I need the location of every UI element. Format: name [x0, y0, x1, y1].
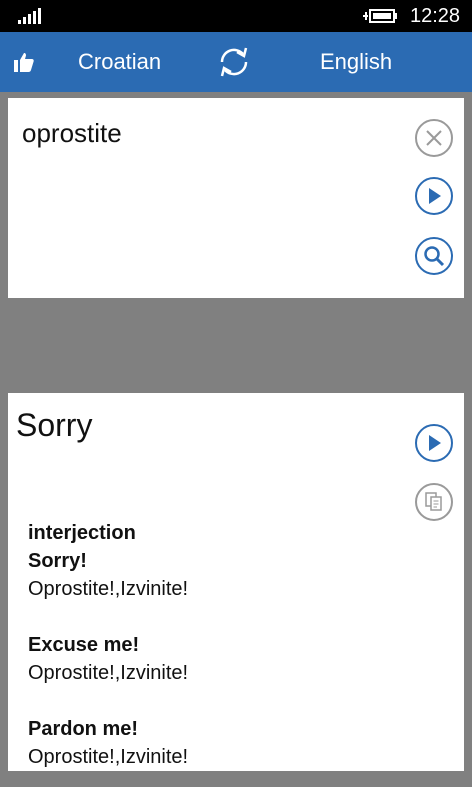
like-icon[interactable]: [12, 50, 36, 74]
search-button[interactable]: [415, 237, 453, 275]
language-bar: Croatian English: [0, 32, 472, 92]
clear-button[interactable]: [415, 119, 453, 157]
entry-translation: Oprostite!,Izvinite!: [28, 578, 189, 600]
search-icon: [424, 246, 445, 267]
part-of-speech: interjection: [28, 522, 136, 544]
entry-translation: Oprostite!,Izvinite!: [28, 746, 189, 768]
copy-button[interactable]: [415, 483, 453, 521]
dictionary-entries: interjection Sorry! Oprostite!,Izvinite!…: [28, 519, 408, 771]
list-item: Pardon me! Oprostite!,Izvinite!: [28, 715, 408, 771]
output-panel: Sorry interjection Sorry! Oprostite!,Izv…: [8, 393, 464, 771]
entry-translation: Oprostite!,Izvinite!: [28, 662, 189, 684]
play-icon: [429, 435, 441, 451]
swap-languages-icon[interactable]: [214, 42, 254, 82]
input-panel[interactable]: oprostite: [8, 98, 464, 298]
play-output-button[interactable]: [415, 424, 453, 462]
play-input-button[interactable]: [415, 177, 453, 215]
entry-headword: Pardon me!: [28, 718, 139, 740]
input-text[interactable]: oprostite: [22, 118, 122, 149]
target-language-button[interactable]: English: [320, 48, 392, 76]
status-bar: 12:28: [0, 0, 472, 32]
bottom-strip: [0, 775, 472, 787]
list-item: Excuse me! Oprostite!,Izvinite!: [28, 631, 408, 687]
list-item: Sorry! Oprostite!,Izvinite!: [28, 547, 408, 603]
copy-icon: [425, 492, 442, 511]
translation-result: Sorry: [16, 407, 93, 443]
source-language-button[interactable]: Croatian: [78, 48, 161, 76]
entry-headword: Excuse me!: [28, 634, 140, 656]
signal-icon: [18, 8, 41, 24]
battery-icon: [363, 9, 397, 23]
clear-icon: [426, 130, 442, 146]
entry-headword: Sorry!: [28, 550, 87, 572]
play-icon: [429, 188, 441, 204]
clock: 12:28: [410, 5, 461, 27]
